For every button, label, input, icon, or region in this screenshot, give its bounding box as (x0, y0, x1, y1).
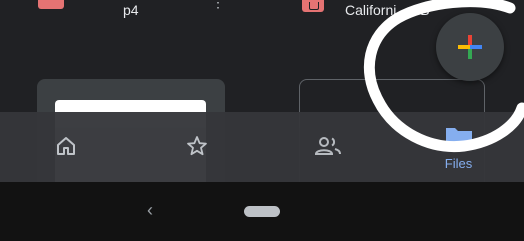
plus-icon (456, 33, 484, 61)
file-name-p4: p4 (123, 2, 139, 18)
nav-files-label: Files (444, 156, 473, 171)
more-options-icon[interactable]: ⋮ (211, 0, 225, 9)
folder-icon (444, 124, 474, 155)
back-icon[interactable]: ‹ (147, 200, 153, 221)
nav-files[interactable]: Files (393, 112, 524, 182)
bottom-navigation: Files (0, 112, 524, 182)
pdf-file-icon (38, 0, 64, 9)
home-icon (54, 134, 78, 163)
home-pill-button[interactable] (244, 206, 280, 217)
nav-starred[interactable] (131, 112, 262, 182)
more-options-icon[interactable]: · (474, 0, 479, 9)
star-icon (185, 134, 209, 163)
nav-home[interactable] (0, 112, 131, 182)
system-navigation-bar: ‹ (0, 182, 524, 241)
nav-shared[interactable] (262, 112, 393, 182)
shared-people-icon (313, 134, 343, 163)
new-item-button[interactable] (436, 13, 504, 81)
presentation-file-icon (302, 0, 324, 12)
file-name-california: Californi B (345, 2, 430, 18)
file-name-suffix: B (420, 2, 430, 18)
file-name-text: Californi (345, 2, 397, 18)
